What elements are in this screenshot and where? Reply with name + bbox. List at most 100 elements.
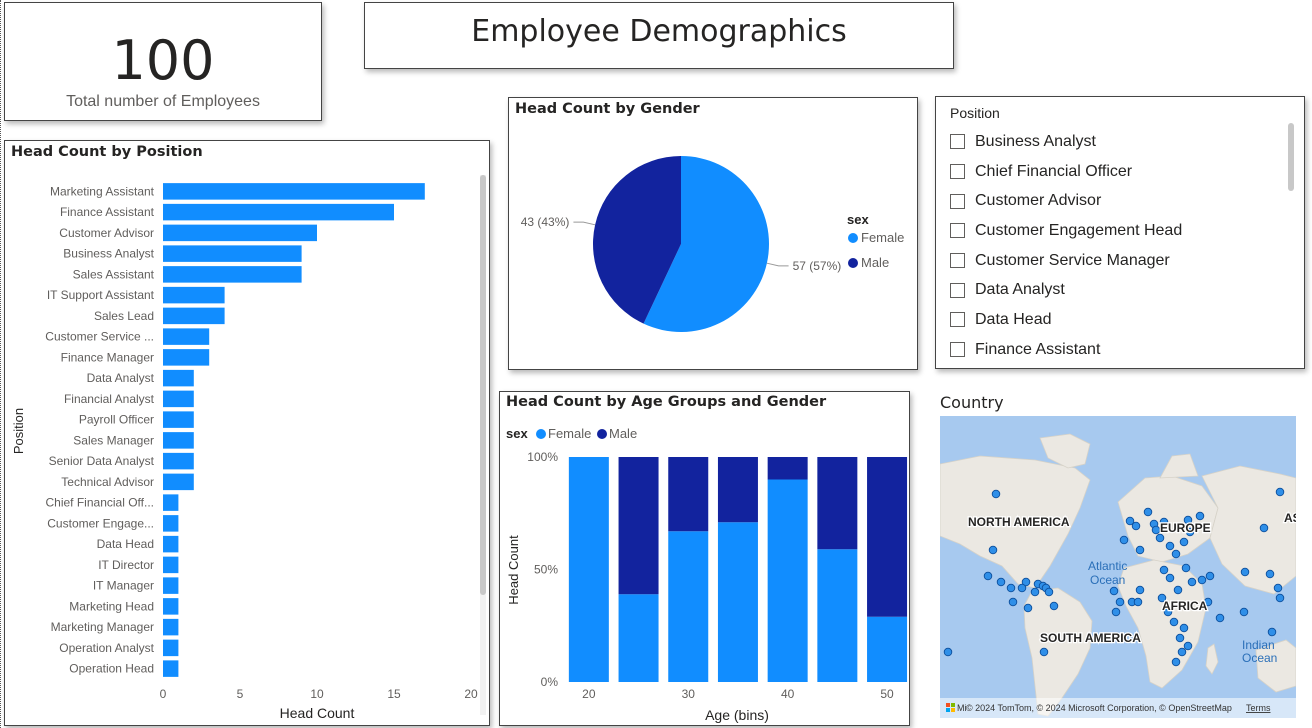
position-bar[interactable] xyxy=(163,411,194,428)
country-marker[interactable] xyxy=(1131,521,1141,531)
age-bar-male[interactable] xyxy=(767,457,808,480)
country-marker[interactable] xyxy=(943,647,953,657)
age-chart-card[interactable]: Head Count by Age Groups and Gender sex F… xyxy=(499,391,910,726)
country-marker[interactable] xyxy=(1171,657,1181,667)
country-marker[interactable] xyxy=(1165,541,1175,551)
age-bar-female[interactable] xyxy=(668,531,709,682)
slicer-checkbox[interactable] xyxy=(950,164,965,180)
slicer-checkbox[interactable] xyxy=(950,312,965,328)
country-marker[interactable] xyxy=(1173,585,1183,595)
country-marker[interactable] xyxy=(1119,535,1129,545)
country-marker[interactable] xyxy=(1006,583,1016,593)
country-marker[interactable] xyxy=(1135,585,1145,595)
position-bar[interactable] xyxy=(163,494,179,511)
country-marker[interactable] xyxy=(1169,617,1179,627)
slicer-checkbox[interactable] xyxy=(950,134,965,150)
slicer-scrollbar[interactable] xyxy=(1288,123,1294,191)
position-bar[interactable] xyxy=(163,535,179,553)
country-marker[interactable] xyxy=(1187,577,1197,587)
slicer-item[interactable]: Customer Advisor xyxy=(950,186,1290,216)
slicer-item[interactable]: Data Head xyxy=(950,305,1290,335)
position-bar[interactable] xyxy=(163,266,302,283)
slicer-checkbox[interactable] xyxy=(950,193,965,209)
age-bar-female[interactable] xyxy=(867,616,908,682)
country-marker[interactable] xyxy=(1159,565,1169,575)
position-bar[interactable] xyxy=(163,203,394,221)
position-bar[interactable] xyxy=(163,224,317,242)
age-stacked-bar-chart[interactable]: sex Female Male 0% 50% 100% 20 30 40 50 Age (bins)… xyxy=(500,392,911,727)
gender-chart-card[interactable]: Head Count by Gender 57 (57%) 43 (43%) sex… xyxy=(508,97,918,370)
map-terms-link[interactable]: Terms xyxy=(1246,703,1271,713)
slicer-checkbox[interactable] xyxy=(950,253,965,269)
country-marker[interactable] xyxy=(1265,569,1275,579)
country-marker[interactable] xyxy=(1179,623,1189,633)
age-bar-male[interactable] xyxy=(668,457,709,532)
country-marker[interactable] xyxy=(1205,571,1215,581)
country-marker[interactable] xyxy=(1177,647,1187,657)
position-bar[interactable] xyxy=(163,618,179,636)
country-marker[interactable] xyxy=(1179,537,1189,547)
country-marker[interactable] xyxy=(1143,507,1153,517)
country-marker[interactable] xyxy=(1044,587,1054,597)
country-marker[interactable] xyxy=(988,545,998,555)
position-bar[interactable] xyxy=(163,452,194,470)
position-chart-scrollbar[interactable] xyxy=(480,175,486,715)
age-bar-female[interactable] xyxy=(817,549,858,682)
position-chart-scroll-thumb[interactable] xyxy=(480,175,486,595)
country-marker[interactable] xyxy=(1267,627,1277,637)
slicer-checkbox[interactable] xyxy=(950,342,965,358)
position-bar[interactable] xyxy=(163,183,425,200)
slicer-item[interactable]: Customer Service Manager xyxy=(950,246,1290,276)
kpi-card[interactable]: 100 Total number of Employees xyxy=(4,2,322,121)
country-marker[interactable] xyxy=(1151,525,1161,535)
country-marker[interactable] xyxy=(1197,575,1207,585)
country-marker[interactable] xyxy=(1275,593,1285,603)
country-marker[interactable] xyxy=(1023,603,1033,613)
country-marker[interactable] xyxy=(1039,647,1049,657)
country-marker[interactable] xyxy=(1181,563,1191,573)
slicer-item[interactable]: Business Analyst xyxy=(950,127,1290,157)
age-bar-female[interactable] xyxy=(618,594,659,682)
slicer-item[interactable]: Data Analyst xyxy=(950,275,1290,305)
country-marker[interactable] xyxy=(1171,549,1181,559)
age-bar-male[interactable] xyxy=(817,457,858,550)
age-bar-male[interactable] xyxy=(867,457,908,617)
age-bar-female[interactable] xyxy=(767,479,808,683)
slicer-item[interactable]: Customer Engagement Head xyxy=(950,216,1290,246)
country-marker[interactable] xyxy=(1017,583,1027,593)
map-canvas[interactable]: NORTH AMERICAEUROPEASAtlanticOceanAFRICA… xyxy=(940,416,1296,718)
country-marker[interactable] xyxy=(1240,567,1250,577)
country-marker[interactable] xyxy=(1049,601,1059,611)
country-marker[interactable] xyxy=(1275,487,1285,497)
position-bar[interactable] xyxy=(163,390,194,408)
position-bar[interactable] xyxy=(163,369,194,387)
position-bar[interactable] xyxy=(163,515,179,532)
country-marker[interactable] xyxy=(1215,613,1225,623)
position-chart-card[interactable]: Head Count by Position Marketing Assista… xyxy=(4,140,490,726)
position-bar[interactable] xyxy=(163,660,179,677)
gender-pie-chart[interactable]: 57 (57%) 43 (43%) sex Female Male xyxy=(509,98,919,371)
country-map[interactable]: NORTH AMERICAEUROPEASAtlanticOceanAFRICA… xyxy=(940,416,1296,718)
slicer-item[interactable]: Finance Assistant xyxy=(950,335,1290,365)
country-marker[interactable] xyxy=(1133,597,1143,607)
country-marker[interactable] xyxy=(1165,573,1175,583)
slicer-item[interactable]: Chief Financial Officer xyxy=(950,157,1290,187)
position-bar[interactable] xyxy=(163,286,225,304)
country-marker[interactable] xyxy=(1183,641,1193,651)
age-bar-male[interactable] xyxy=(717,457,758,523)
country-marker[interactable] xyxy=(983,571,993,581)
country-marker[interactable] xyxy=(1175,633,1185,643)
country-marker[interactable] xyxy=(1259,523,1269,533)
position-bar[interactable] xyxy=(163,577,179,594)
country-marker[interactable] xyxy=(1273,583,1283,593)
age-bar-female[interactable] xyxy=(568,457,609,682)
country-marker[interactable] xyxy=(1111,607,1121,617)
position-bar[interactable] xyxy=(163,473,194,491)
position-bar[interactable] xyxy=(163,245,302,262)
slicer-checkbox[interactable] xyxy=(950,282,965,298)
position-bar[interactable] xyxy=(163,432,194,449)
position-bar[interactable] xyxy=(163,349,210,366)
position-bar[interactable] xyxy=(163,307,225,325)
country-marker[interactable] xyxy=(1008,597,1018,607)
position-slicer[interactable]: Position Business Analyst Chief Financial… xyxy=(935,96,1305,369)
